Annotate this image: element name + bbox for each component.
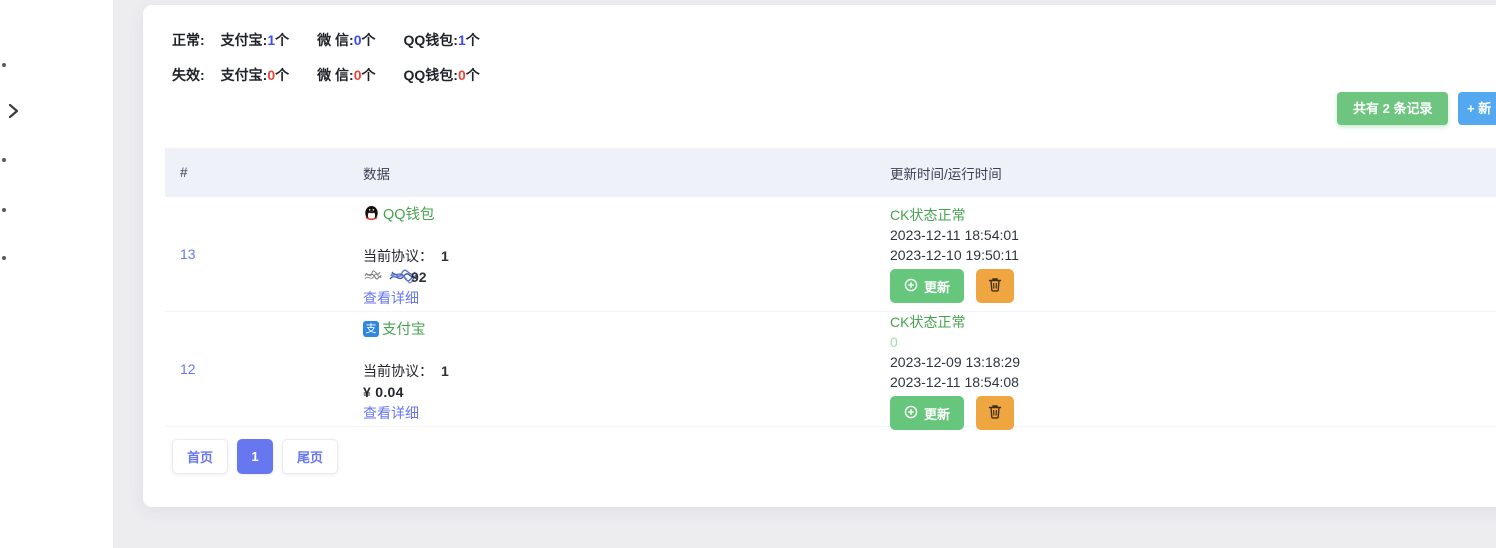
table-row: 13 QQ钱包 当前协议： 1 92 查看详细 CK状态正常 2023-12-1… [165,197,1496,312]
sidebar [0,0,113,548]
row-id: 13 [180,246,196,262]
update-time: 2023-12-11 18:54:01 [890,227,1019,243]
record-count-button[interactable]: 共有 2 条记录 [1337,92,1449,125]
stat-alipay-normal: 支付宝:1个 [220,32,290,48]
sidebar-bullet-icon [2,256,6,260]
faint-counter: 0 [890,334,898,350]
sidebar-bullet-icon [2,158,6,162]
delete-button[interactable] [976,396,1015,430]
wallet-line: QQ钱包 [363,203,885,224]
ck-status: CK状态正常 [890,207,966,223]
stat-qq-normal: QQ钱包:1个 [403,32,480,48]
qq-wallet-icon [363,205,380,222]
header-data: 数据 [363,166,390,182]
run-time: 2023-12-11 18:54:08 [890,374,1019,390]
stats-invalid-row: 失效: 支付宝:0个 微 信:0个 QQ钱包:0个 [172,65,508,85]
wallet-balance: ¥ 0.04 [363,383,404,400]
amount-line: 92 [363,266,885,287]
stat-alipay-invalid: 支付宝:0个 [220,67,290,83]
alipay-icon: 支 [363,320,379,337]
main-card: 正常: 支付宝:1个 微 信:0个 QQ钱包:1个 失效: 支付宝:0个 微 信… [143,5,1496,507]
trash-icon [988,277,1002,295]
update-time: 2023-12-09 13:18:29 [890,354,1020,370]
table-header: # 数据 更新时间/运行时间 [165,148,1496,197]
sidebar-bullet-icon [2,208,6,212]
wallet-name: QQ钱包 [383,207,435,223]
trash-icon [988,404,1002,422]
row-id: 12 [180,361,196,377]
wallet-name: 支付宝 [382,322,426,338]
pagination-first-button[interactable]: 首页 [172,439,229,474]
row-time-cell: CK状态正常 0 2023-12-09 13:18:29 2023-12-11 … [885,312,1496,430]
sidebar-toggle-chevron-icon[interactable] [7,102,21,120]
plus-circle-icon [904,405,918,422]
table-row: 12 支 支付宝 当前协议： 1 ¥ 0.04 查看详细 CK状态正常 0 20… [165,312,1496,430]
run-time: 2023-12-10 19:50:11 [890,247,1019,263]
protocol-line: 当前协议： 1 [363,247,449,264]
ck-status: CK状态正常 [890,314,966,330]
stat-qq-invalid: QQ钱包:0个 [403,67,480,83]
update-button[interactable]: 更新 [890,269,965,303]
view-detail-link[interactable]: 查看详细 [363,403,419,423]
stat-wechat-normal: 微 信:0个 [317,32,376,48]
view-detail-link[interactable]: 查看详细 [363,288,419,308]
row-actions: 更新 [890,269,1496,303]
row-time-cell: CK状态正常 2023-12-11 18:54:01 2023-12-10 19… [885,197,1496,311]
wallet-line: 支 支付宝 [363,318,885,339]
stat-wechat-invalid: 微 信:0个 [317,67,376,83]
add-new-button[interactable]: + 新 [1458,92,1496,125]
stats-normal-row: 正常: 支付宝:1个 微 信:0个 QQ钱包:1个 [172,30,508,50]
row-data-cell: 支 支付宝 当前协议： 1 ¥ 0.04 查看详细 [363,312,885,426]
wallet-table: # 数据 更新时间/运行时间 13 QQ钱包 当前协议： 1 92 查看详细 C… [165,148,1496,430]
pagination-last-button[interactable]: 尾页 [282,439,339,474]
stats-normal-label: 正常: [172,32,205,48]
page: 正常: 支付宝:1个 微 信:0个 QQ钱包:1个 失效: 支付宝:0个 微 信… [0,0,1496,548]
stats-invalid-label: 失效: [172,67,205,83]
protocol-line: 当前协议： 1 [363,362,449,379]
plus-circle-icon [904,278,918,295]
header-id: # [180,165,188,180]
redacted-scribble-icon [363,267,383,286]
header-time: 更新时间/运行时间 [890,166,1002,182]
amount-visible-digits: 92 [411,268,427,285]
pagination-page-1-button[interactable]: 1 [237,439,274,474]
delete-button[interactable] [976,269,1015,303]
update-button[interactable]: 更新 [890,396,965,430]
pagination: 首页 1 尾页 [172,439,339,474]
row-data-cell: QQ钱包 当前协议： 1 92 查看详细 [363,197,885,311]
sidebar-bullet-icon [2,63,6,67]
row-actions: 更新 [890,396,1496,430]
